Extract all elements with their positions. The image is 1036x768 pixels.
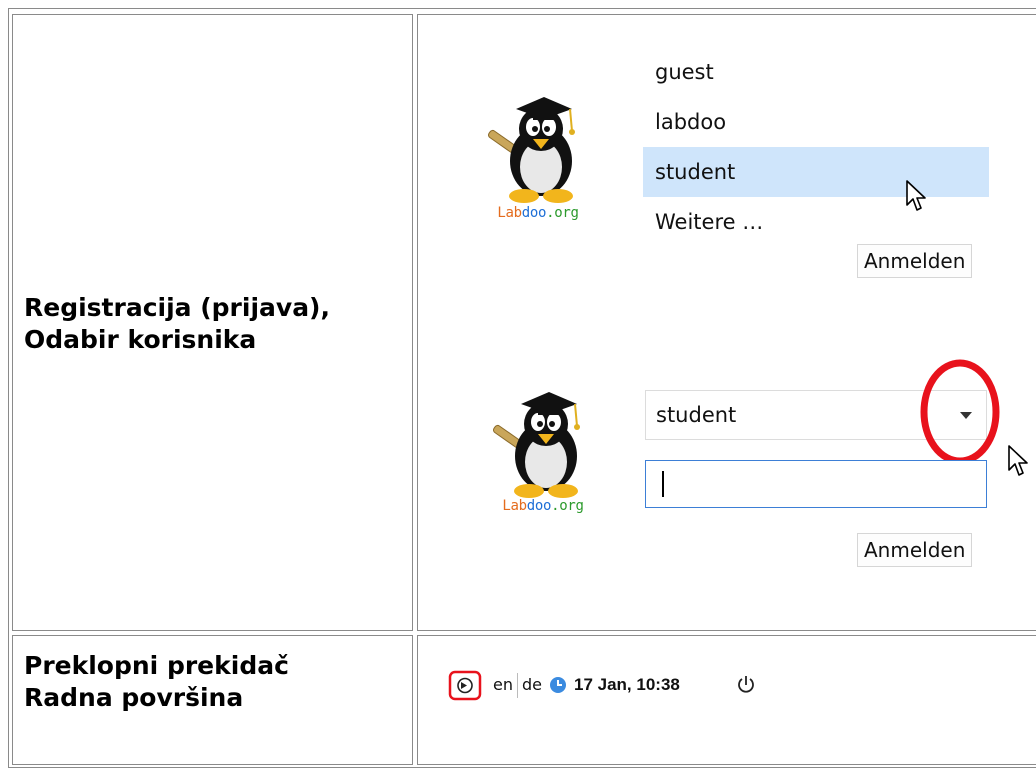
labdoo-logo-text: Labdoo.org [497,205,579,221]
clock-icon [549,668,567,702]
user-list[interactable]: guest labdoo student Weitere … [643,47,989,247]
mouse-pointer-icon-2 [1008,445,1028,476]
highlight-circle [920,359,1000,465]
lang-en-button[interactable]: en [493,668,513,702]
labdoo-penguin-icon-2 [493,392,580,498]
lang-divider [517,673,518,698]
switcher-row-label: Preklopni prekidač Radna površina [24,650,289,714]
mouse-pointer-icon [906,180,926,211]
workspace-switcher-icon [448,670,482,701]
password-input[interactable] [645,460,987,508]
user-item-labdoo[interactable]: labdoo [643,97,989,147]
login-button-2[interactable]: Anmelden [857,533,973,567]
login-row-label: Registracija (prijava), Odabir korisnika [24,292,330,356]
labdoo-penguin-icon [488,97,575,203]
switcher-label-line2: Radna površina [24,683,244,712]
user-item-guest[interactable]: guest [643,47,989,97]
labdoo-logo: Labdoo.org [478,85,598,235]
labdoo-logo-2: Labdoo.org [483,380,603,530]
lang-de-button[interactable]: de [522,668,542,702]
login-button-1[interactable]: Anmelden [857,244,973,278]
workspace-switcher-button[interactable] [448,668,482,702]
switcher-label-line1: Preklopni prekidač [24,651,289,680]
text-cursor [662,471,664,497]
login-label-line2: Odabir korisnika [24,325,257,354]
login-label-line1: Registracija (prijava), [24,293,330,322]
labdoo-logo-text-2: Labdoo.org [502,498,584,514]
user-item-more[interactable]: Weitere … [643,197,989,247]
datetime-label[interactable]: 17 Jan, 10:38 [574,668,680,702]
user-item-student[interactable]: student [643,147,989,197]
user-select-value: student [656,403,737,427]
taskbar: en de 17 Jan, 10:38 [448,668,848,702]
power-icon[interactable] [736,668,756,702]
